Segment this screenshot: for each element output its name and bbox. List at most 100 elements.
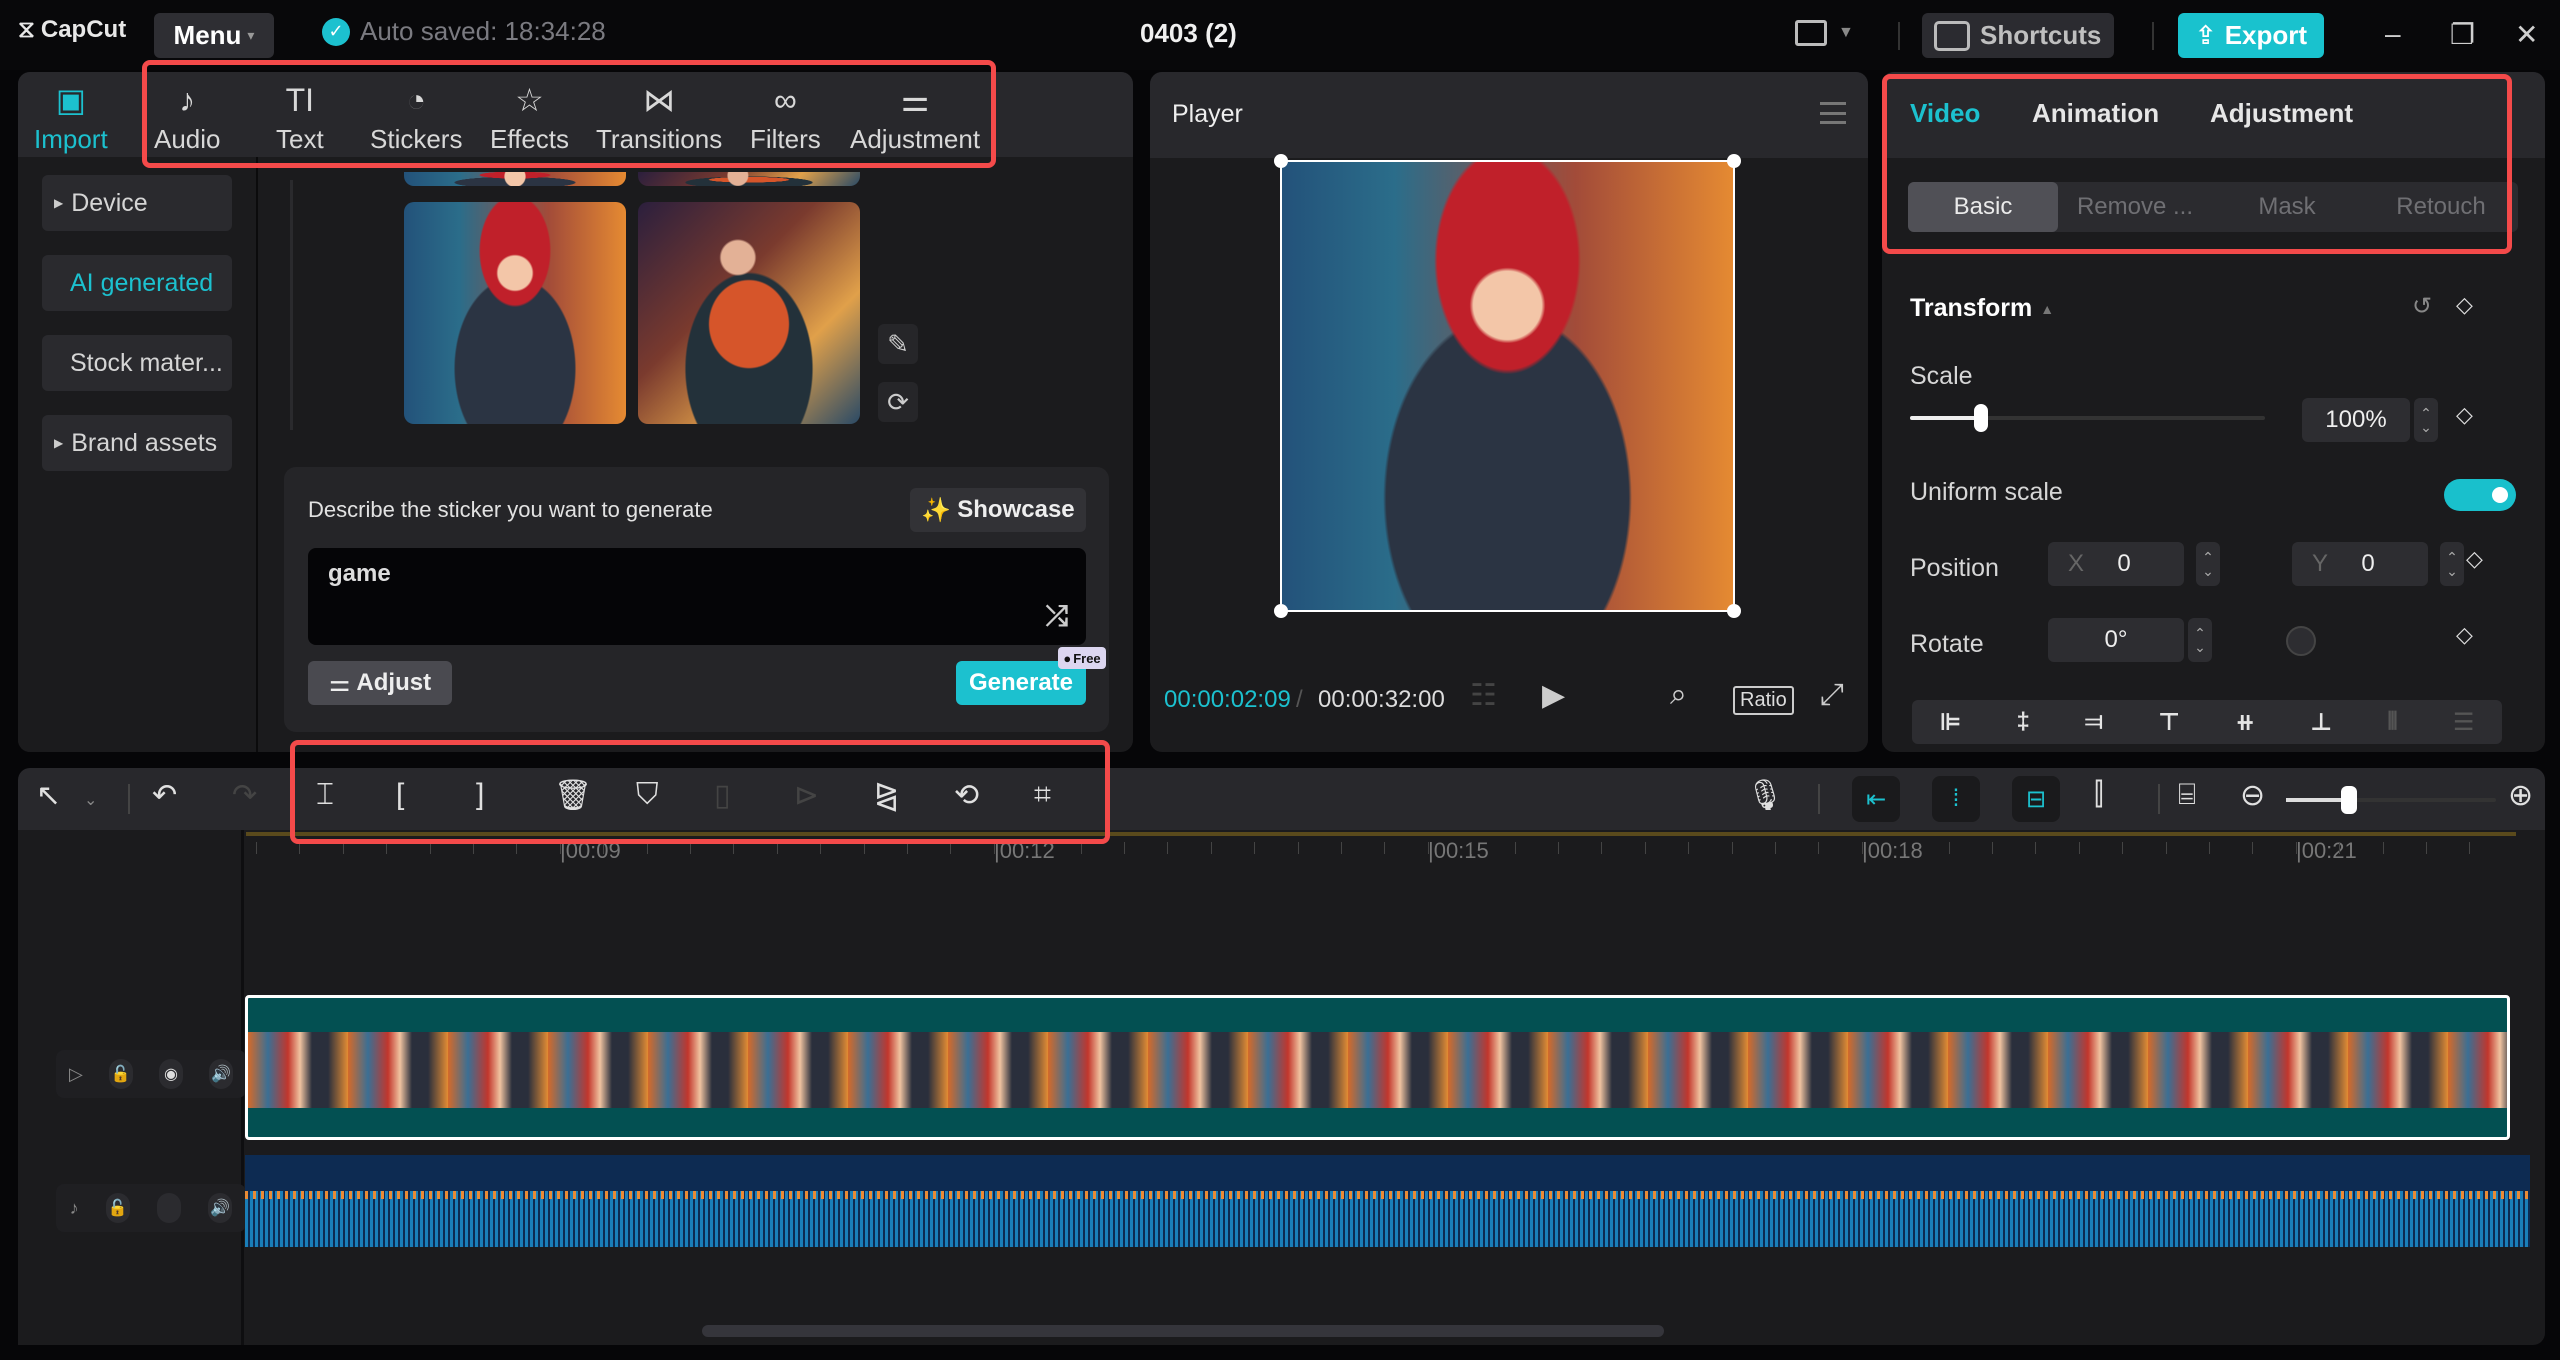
distribute-v-icon[interactable]: ☰: [2453, 708, 2475, 737]
volume-icon[interactable]: 🔊: [208, 1193, 233, 1223]
zoom-slider-fill: [2286, 798, 2349, 802]
zoom-out-icon[interactable]: ⊖: [2240, 778, 2265, 813]
chevron-down-icon[interactable]: ▼: [1838, 24, 1854, 42]
resize-handle[interactable]: [1274, 154, 1288, 168]
scale-label: Scale: [1910, 362, 1973, 390]
align-bottom-icon[interactable]: ⊥: [2310, 708, 2332, 737]
scale-input[interactable]: 100%: [2302, 398, 2410, 442]
free-badge: ● Free: [1058, 647, 1106, 669]
lock-icon[interactable]: 🔓: [105, 1193, 130, 1223]
prompt-input[interactable]: game ⤮: [308, 548, 1086, 645]
redo-icon[interactable]: ↷: [232, 778, 257, 813]
grid-view-icon[interactable]: ☷: [1470, 678, 1497, 713]
ruler-label: |00:18: [1862, 838, 1923, 863]
showcase-button[interactable]: ✨ Showcase: [910, 488, 1086, 532]
preview-axis-icon[interactable]: ⫿: [2094, 778, 2104, 812]
align-right-icon[interactable]: ⫤: [2085, 708, 2103, 736]
linkage-icon[interactable]: ⊟: [2012, 776, 2060, 822]
rotate-input[interactable]: 0°: [2048, 618, 2184, 662]
chevron-down-icon[interactable]: ⌄: [84, 790, 97, 810]
ruler-tick: [1601, 842, 1603, 854]
uniform-scale-toggle[interactable]: [2444, 479, 2516, 511]
timeline-zoom-slider[interactable]: [2286, 786, 2496, 814]
zoom-to-fit-icon[interactable]: ⌸: [2178, 778, 2196, 812]
sidebar-item-ai-generated[interactable]: AI generated: [42, 255, 232, 311]
menu-button[interactable]: Menu ▾: [154, 13, 274, 58]
keyframe-icon[interactable]: ◇: [2456, 622, 2473, 648]
resize-handle[interactable]: [1274, 604, 1288, 618]
position-y-input[interactable]: Y 0: [2292, 542, 2428, 586]
generated-thumbnail[interactable]: [638, 172, 860, 186]
fullscreen-icon[interactable]: ⤢: [1820, 678, 1844, 712]
video-clip[interactable]: [245, 995, 2510, 1140]
sidebar-label: Stock mater...: [70, 348, 223, 377]
position-y-stepper[interactable]: ⌃ ⌄: [2440, 542, 2464, 586]
sliders-icon: ⚌: [328, 669, 351, 697]
distribute-h-icon[interactable]: ⦀: [2387, 708, 2398, 736]
sidebar-item-brand-assets[interactable]: ▶ Brand assets: [42, 415, 232, 471]
zoom-fit-icon[interactable]: ⌕: [1670, 678, 1687, 712]
menu-icon[interactable]: [1820, 102, 1846, 124]
resize-handle[interactable]: [1727, 604, 1741, 618]
align-top-icon[interactable]: ⊤: [2158, 708, 2180, 737]
zoom-slider-handle[interactable]: [2341, 786, 2357, 814]
tab-import[interactable]: ▣ Import: [34, 80, 108, 155]
keyframe-icon[interactable]: ◇: [2456, 402, 2473, 428]
ruler-tick: [2165, 842, 2167, 854]
rotate-stepper[interactable]: ⌃ ⌄: [2188, 618, 2212, 662]
keyboard-icon: [1934, 20, 1970, 51]
shuffle-icon[interactable]: ⤮: [1046, 600, 1068, 633]
align-left-icon[interactable]: ⊫: [1940, 708, 1962, 737]
edit-prompt-icon[interactable]: ✎: [878, 324, 918, 364]
zoom-in-icon[interactable]: ⊕: [2508, 778, 2533, 813]
auto-snap-icon[interactable]: ⁞: [1932, 776, 1980, 822]
prompt-value: game: [328, 560, 391, 587]
lock-icon[interactable]: 🔓: [108, 1059, 133, 1089]
select-tool-icon[interactable]: ↖: [36, 778, 61, 813]
generated-thumbnail-girl[interactable]: [404, 202, 626, 424]
regenerate-icon[interactable]: ⟳: [878, 382, 918, 422]
ratio-button[interactable]: Ratio: [1733, 686, 1794, 715]
minimize-button[interactable]: –: [2385, 18, 2401, 50]
sidebar-label: Brand assets: [71, 428, 218, 457]
generated-thumbnail-boy[interactable]: [638, 202, 860, 424]
sidebar-item-stock-material[interactable]: Stock mater...: [42, 335, 232, 391]
keyframe-icon[interactable]: ◇: [2466, 546, 2483, 572]
ruler-tick: [1992, 842, 1993, 854]
sticker-generator-card: Describe the sticker you want to generat…: [284, 467, 1109, 732]
align-center-v-icon[interactable]: ⧺: [2235, 708, 2255, 737]
divider: [128, 784, 130, 814]
undo-icon[interactable]: ↶: [152, 778, 177, 813]
shortcuts-button[interactable]: Shortcuts: [1922, 13, 2114, 58]
export-button[interactable]: ⇪ Export: [2178, 13, 2324, 58]
position-x-input[interactable]: X 0: [2048, 542, 2184, 586]
close-button[interactable]: ✕: [2515, 18, 2538, 51]
keyframe-icon[interactable]: ◇: [2456, 292, 2473, 318]
scroll-track[interactable]: [290, 180, 293, 430]
volume-icon[interactable]: 🔊: [208, 1059, 233, 1089]
adjust-button[interactable]: ⚌ Adjust: [308, 661, 452, 705]
caret-right-icon: ▶: [54, 436, 64, 450]
play-button[interactable]: ▶: [1542, 678, 1565, 713]
sidebar-item-device[interactable]: ▶ Device: [42, 175, 232, 231]
alignment-toolbar: ⊫ ‡ ⫤ ⊤ ⧺ ⊥ ⦀ ☰: [1912, 700, 2502, 744]
scale-stepper[interactable]: ⌃ ⌄: [2414, 398, 2438, 442]
preview-canvas[interactable]: [1274, 154, 1741, 618]
rotate-dial[interactable]: [2286, 626, 2316, 656]
restore-button[interactable]: ❐: [2450, 18, 2475, 51]
position-x-stepper[interactable]: ⌃ ⌄: [2196, 542, 2220, 586]
ratio-label: Ratio: [1740, 689, 1787, 711]
scale-slider[interactable]: [1910, 404, 2265, 432]
transform-section-header[interactable]: Transform ▲: [1910, 294, 2054, 323]
resize-handle[interactable]: [1727, 154, 1741, 168]
main-track-magnet-icon[interactable]: ⇤: [1852, 776, 1900, 822]
scale-slider-handle[interactable]: [1974, 404, 1988, 432]
eye-icon[interactable]: ◉: [158, 1059, 183, 1089]
reset-icon[interactable]: ↺: [2412, 292, 2432, 321]
layout-icon[interactable]: [1795, 20, 1827, 46]
generated-thumbnail[interactable]: [404, 172, 626, 186]
align-center-h-icon[interactable]: ‡: [2017, 708, 2030, 736]
audio-clip[interactable]: [245, 1155, 2530, 1247]
microphone-icon[interactable]: 🎙: [1746, 778, 1784, 813]
timeline-scrollbar[interactable]: [702, 1325, 1664, 1337]
